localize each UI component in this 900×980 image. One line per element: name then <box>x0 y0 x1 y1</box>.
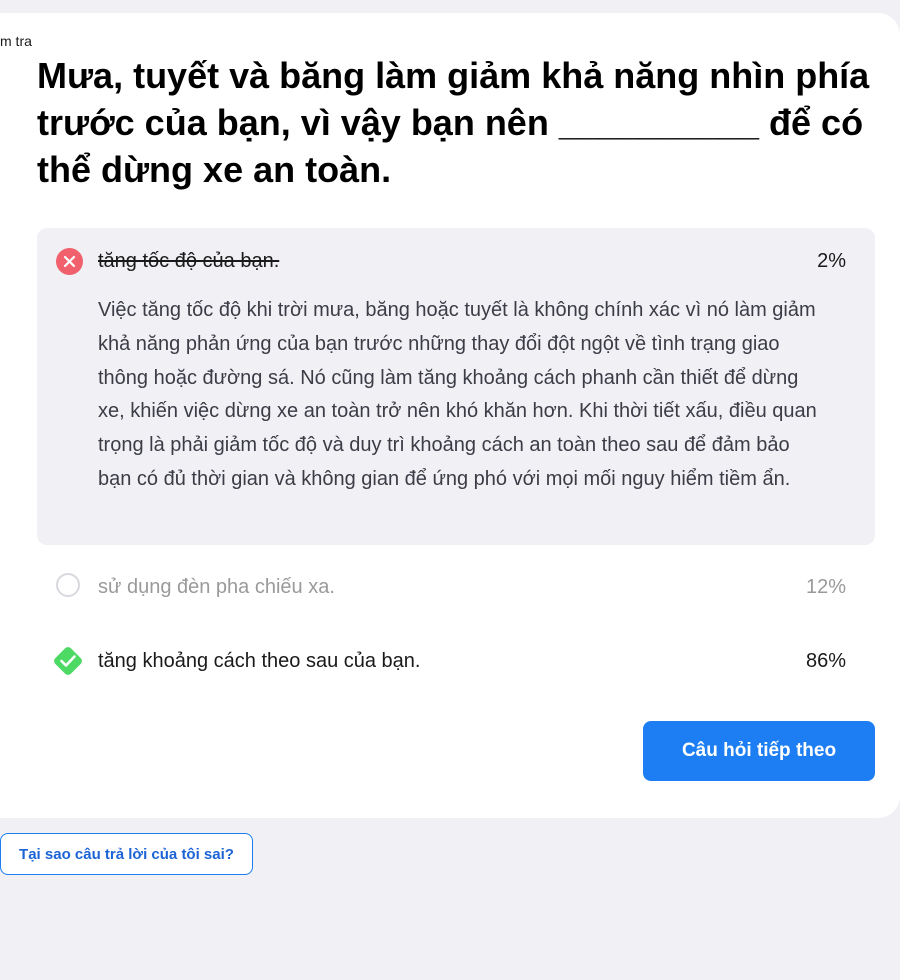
option-label-correct[interactable]: tăng khoảng cách theo sau của bạn. <box>98 650 420 673</box>
option-percent-wrong: 2% <box>817 250 846 272</box>
question-text: Mưa, tuyết và băng làm giảm khả năng nhì… <box>37 55 870 190</box>
option-percent-correct: 86% <box>805 650 846 672</box>
check-diamond-icon <box>50 643 86 679</box>
option-percent-unselected: 12% <box>805 576 846 598</box>
why-wrong-button[interactable]: Tại sao câu trả lời của tôi sai? <box>0 833 253 875</box>
option-label-wrong[interactable]: tăng tốc độ của bạn. <box>98 250 279 273</box>
next-question-button[interactable]: Câu hỏi tiếp theo <box>643 721 875 781</box>
option-label-unselected[interactable]: sử dụng đèn pha chiếu xa. <box>98 576 335 599</box>
option-explanation: Việc tăng tốc độ khi trời mưa, băng hoặc… <box>98 299 817 490</box>
radio-empty-icon[interactable] <box>56 573 80 597</box>
breadcrumb: m tra <box>0 33 32 49</box>
x-circle-icon <box>56 248 83 275</box>
